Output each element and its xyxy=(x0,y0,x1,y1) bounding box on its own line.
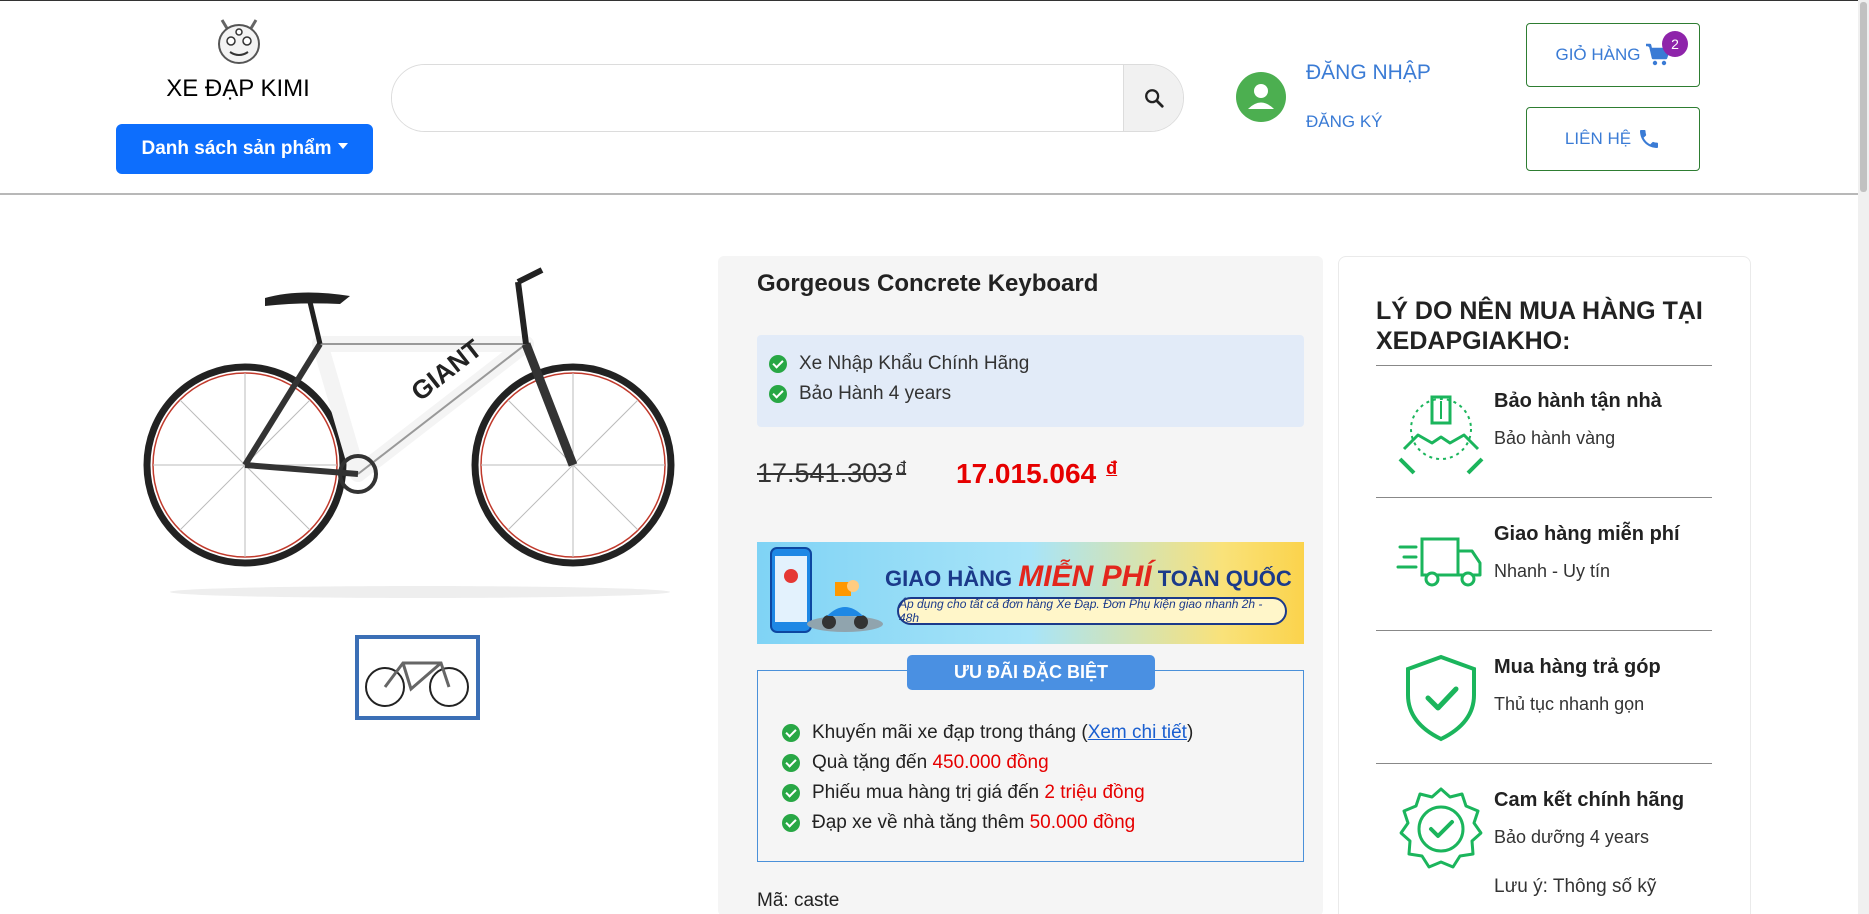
promo-text: Phiếu mua hàng trị giá đến 2 triệu đồng xyxy=(812,782,1145,804)
product-title: Gorgeous Concrete Keyboard xyxy=(757,270,1099,297)
divider xyxy=(1376,497,1712,498)
promo-text-before: Đạp xe về nhà tăng thêm xyxy=(812,812,1030,833)
promo-item: Phiếu mua hàng trị giá đến 2 triệu đồng xyxy=(782,778,1193,808)
delivery-truck-icon xyxy=(1396,525,1486,615)
promo-text-before: Quà tặng đến xyxy=(812,752,933,773)
reason-subtitle: Nhanh - Uy tín xyxy=(1494,561,1611,581)
spec-note: Lưu ý: Thông số kỹ xyxy=(1494,876,1657,897)
badge-check-icon xyxy=(1396,785,1486,875)
check-circle-icon xyxy=(769,385,787,403)
promo-heading: ƯU ĐÃI ĐẶC BIỆT xyxy=(907,655,1155,690)
old-price-value: 17.541.303 xyxy=(757,458,893,488)
promo-highlight: 2 triệu đồng xyxy=(1044,782,1145,803)
search-icon xyxy=(1144,89,1164,108)
reason-title: Bảo hành tận nhà xyxy=(1494,390,1662,412)
banner-text-before: GIAO HÀNG xyxy=(885,566,1013,591)
banner-title: GIAO HÀNG MIỄN PHÍ TOÀN QUỐC xyxy=(885,560,1292,594)
promo-text: Khuyến mãi xe đạp trong tháng (Xem chi t… xyxy=(812,722,1193,744)
promo-text-after: ) xyxy=(1186,722,1194,743)
reason-subtitle: Bảo hành vàng xyxy=(1494,428,1616,448)
reason-title: Giao hàng miễn phí xyxy=(1494,523,1680,545)
user-avatar-icon[interactable] xyxy=(1236,72,1286,122)
search-button[interactable] xyxy=(1123,65,1183,131)
sale-price-currency: đ xyxy=(1106,458,1118,478)
check-circle-icon xyxy=(782,754,800,772)
reasons-title: LÝ DO NÊN MUA HÀNG TẠI XEDAPGIAKHO: xyxy=(1376,297,1703,355)
divider xyxy=(1376,630,1712,631)
reason-subtitle: Thủ tục nhanh gọn xyxy=(1494,694,1645,714)
cart-label: GIỎ HÀNG xyxy=(1555,45,1641,64)
product-main-image[interactable]: GIANT xyxy=(140,262,700,602)
feature-item: Bảo Hành 4 years xyxy=(769,379,1304,409)
feature-item: Xe Nhập Khẩu Chính Hãng xyxy=(769,349,1304,379)
promo-detail-link[interactable]: Xem chi tiết xyxy=(1088,722,1187,743)
promo-list: Khuyến mãi xe đạp trong tháng (Xem chi t… xyxy=(782,718,1193,838)
search-input[interactable] xyxy=(392,65,1123,131)
register-link[interactable]: ĐĂNG KÝ xyxy=(1306,112,1383,132)
reason-subtitle: Bảo dưỡng 4 years xyxy=(1494,827,1649,847)
divider xyxy=(1376,365,1712,366)
reason-title: Mua hàng trả góp xyxy=(1494,656,1661,678)
promo-text-before: Phiếu mua hàng trị giá đến xyxy=(812,782,1045,803)
phone-icon xyxy=(1640,130,1659,148)
shield-check-icon xyxy=(1396,653,1486,743)
logo-mascot-icon[interactable] xyxy=(212,14,266,66)
banner-text-after: TOÀN QUỐC xyxy=(1157,566,1292,591)
phone-map-delivery-icon xyxy=(770,547,883,633)
product-thumbnail[interactable] xyxy=(355,635,480,720)
brand-name[interactable]: XE ĐẠP KIMI xyxy=(120,75,356,103)
banner-subtitle: Áp dụng cho tất cả đơn hàng Xe Đạp. Đơn … xyxy=(897,597,1287,625)
promo-item: Đạp xe về nhà tăng thêm 50.000 đồng xyxy=(782,808,1193,838)
sale-price: 17.015.064 đ xyxy=(956,458,1117,490)
check-circle-icon xyxy=(782,814,800,832)
caret-down-icon xyxy=(337,143,348,149)
sale-price-value: 17.015.064 xyxy=(956,458,1097,489)
contact-label: LIÊN HỆ xyxy=(1564,129,1632,148)
hands-care-icon xyxy=(1396,387,1486,477)
old-price: 17.541.303 đ xyxy=(757,458,906,489)
product-sku: Mã: caste xyxy=(757,890,840,911)
promo-text-before: Khuyến mãi xe đạp trong tháng ( xyxy=(812,722,1088,743)
check-circle-icon xyxy=(782,784,800,802)
check-circle-icon xyxy=(782,724,800,742)
scrollbar-thumb[interactable] xyxy=(1860,2,1867,192)
feature-text: Bảo Hành 4 years xyxy=(799,383,952,404)
promo-item: Khuyến mãi xe đạp trong tháng (Xem chi t… xyxy=(782,718,1193,748)
promo-highlight: 450.000 đồng xyxy=(932,752,1049,773)
category-button-label: Danh sách sản phẩm xyxy=(141,138,332,159)
feature-box: Xe Nhập Khẩu Chính Hãng Bảo Hành 4 years xyxy=(757,335,1304,427)
reason-title: Cam kết chính hãng xyxy=(1494,789,1685,811)
promo-text: Đạp xe về nhà tăng thêm 50.000 đồng xyxy=(812,812,1135,834)
divider xyxy=(1376,763,1712,764)
feature-text: Xe Nhập Khẩu Chính Hãng xyxy=(799,353,1030,374)
contact-button[interactable]: LIÊN HỆ xyxy=(1526,107,1700,171)
old-price-currency: đ xyxy=(896,458,907,478)
cart-count-badge: 2 xyxy=(1662,31,1688,57)
login-link[interactable]: ĐĂNG NHẬP xyxy=(1306,61,1431,85)
search-bar xyxy=(391,64,1184,132)
promo-item: Quà tặng đến 450.000 đồng xyxy=(782,748,1193,778)
banner-highlight: MIỄN PHÍ xyxy=(1018,560,1152,593)
promo-text: Quà tặng đến 450.000 đồng xyxy=(812,752,1049,774)
check-circle-icon xyxy=(769,355,787,373)
promo-highlight: 50.000 đồng xyxy=(1029,812,1136,833)
free-shipping-banner[interactable]: GIAO HÀNG MIỄN PHÍ TOÀN QUỐC Áp dụng cho… xyxy=(757,542,1304,644)
category-dropdown-button[interactable]: Danh sách sản phẩm xyxy=(116,124,373,174)
